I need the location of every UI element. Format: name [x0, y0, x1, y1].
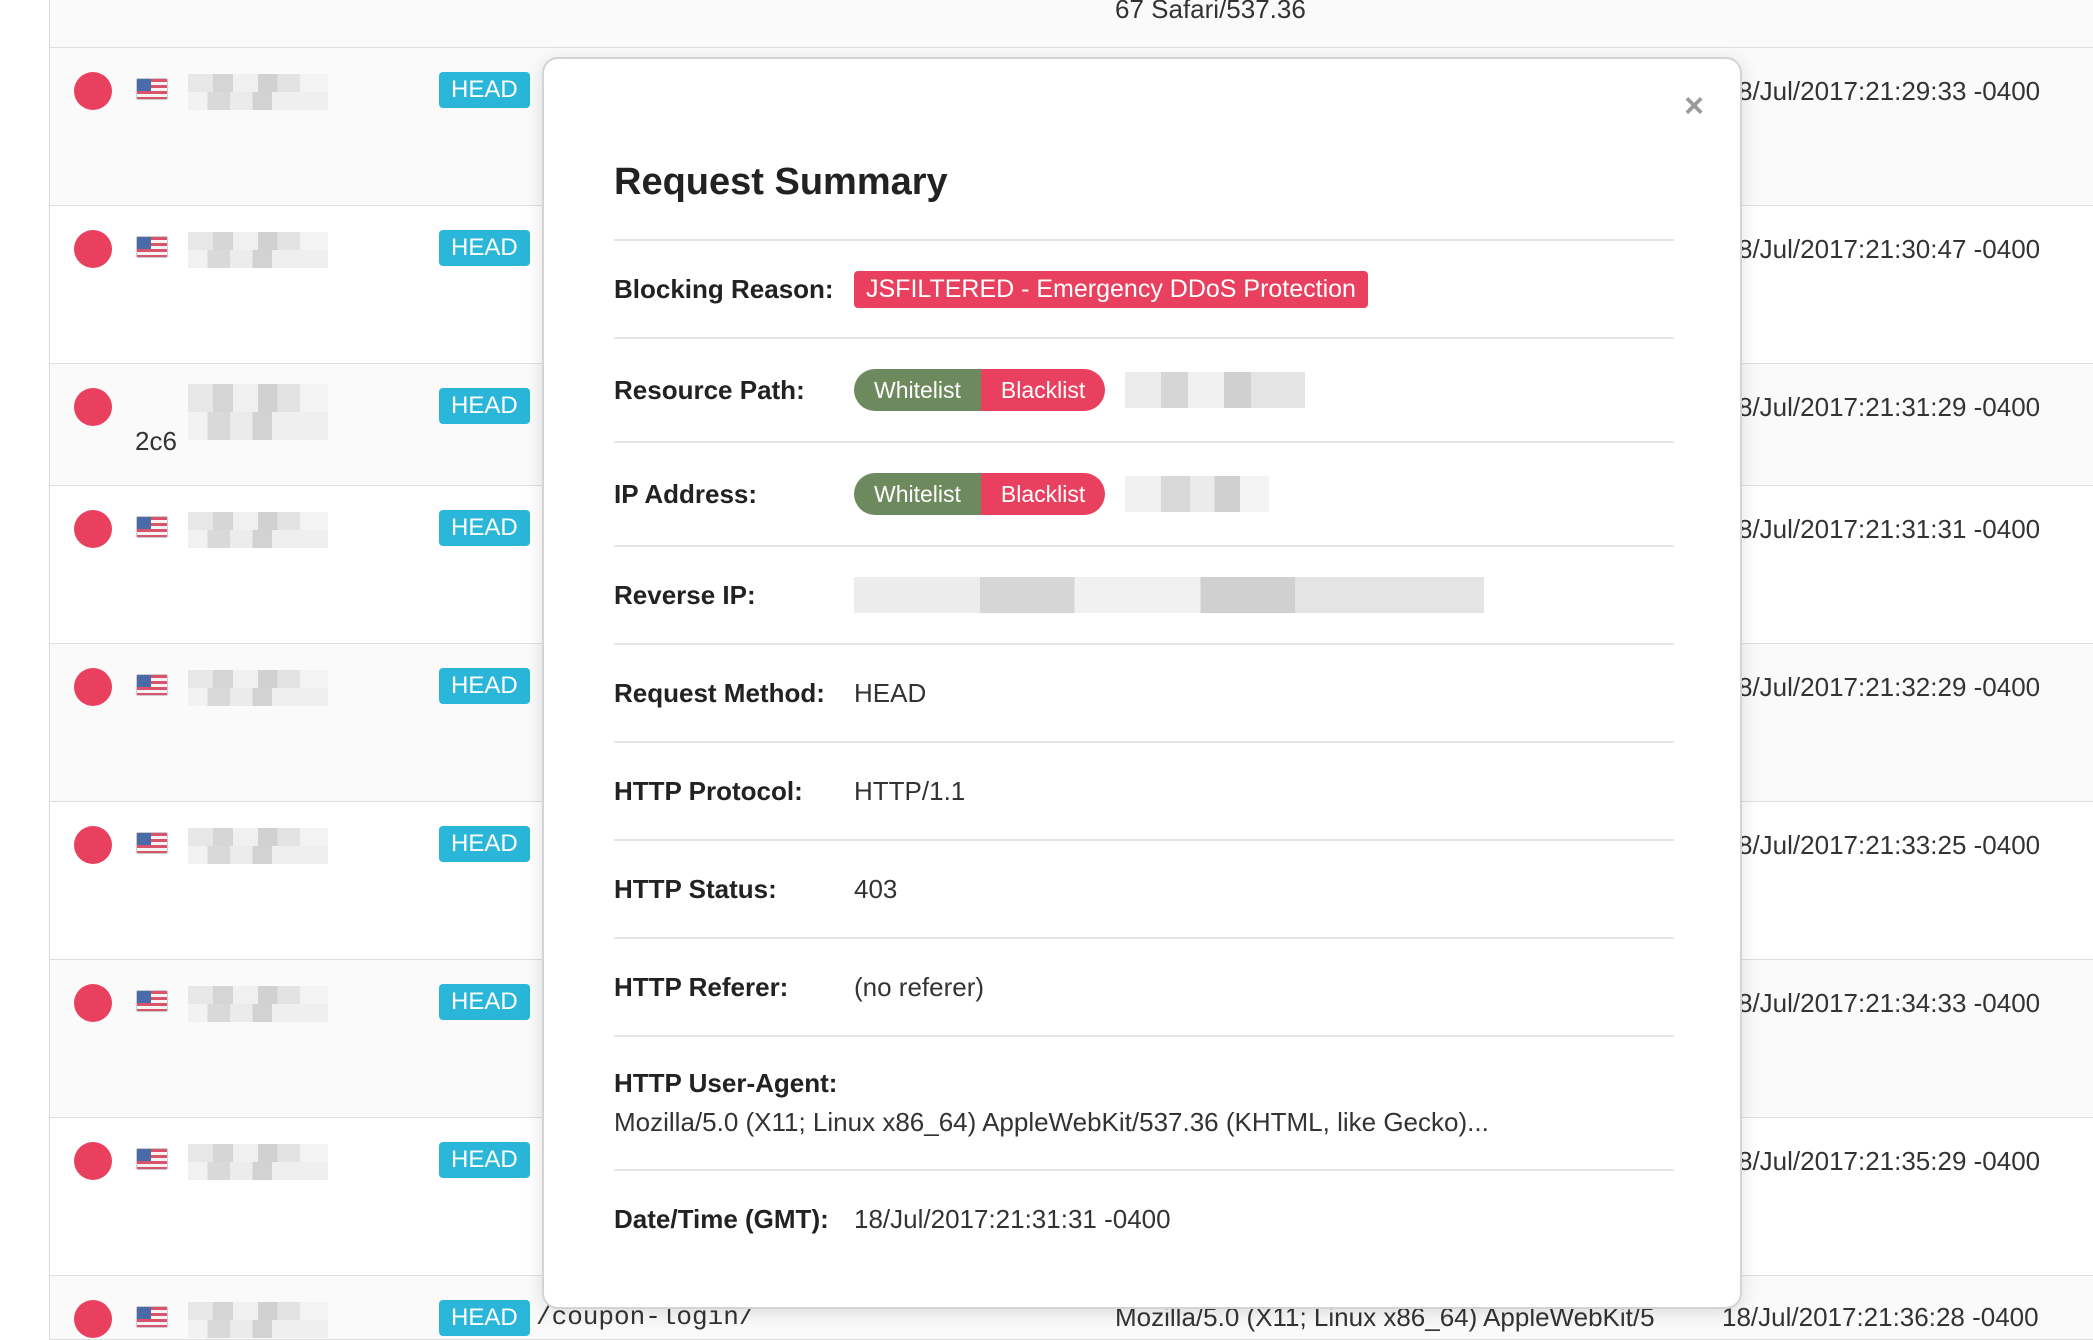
us-flag-icon	[136, 1306, 168, 1328]
ip-address-actions: Whitelist Blacklist	[854, 473, 1106, 515]
method-badge: HEAD	[439, 1300, 530, 1336]
blocking-reason-badge: JSFILTERED - Emergency DDoS Protection	[854, 270, 1368, 308]
http-user-agent-value: Mozilla/5.0 (X11; Linux x86_64) AppleWeb…	[614, 1107, 1489, 1137]
request-method-value: HEAD	[854, 677, 927, 708]
http-user-agent-label: HTTP User-Agent:	[614, 1068, 838, 1098]
blocked-status-icon	[74, 230, 112, 268]
blocked-status-icon	[74, 510, 112, 548]
us-flag-icon	[136, 236, 168, 258]
date-time-label: Date/Time (GMT):	[614, 1203, 829, 1234]
ip-redacted	[188, 232, 328, 268]
http-protocol-label: HTTP Protocol:	[614, 775, 803, 806]
timestamp-cell: 8/Jul/2017:21:34:33 -0400	[1738, 988, 2041, 1018]
http-status-label: HTTP Status:	[614, 873, 777, 904]
table-row[interactable]: 67 Safari/537.36	[50, 0, 2093, 48]
method-badge: HEAD	[439, 388, 530, 424]
timestamp-cell: 8/Jul/2017:21:35:29 -0400	[1738, 1146, 2041, 1176]
timestamp-cell: 8/Jul/2017:21:30:47 -0400	[1738, 234, 2041, 264]
ip-redacted	[188, 74, 328, 110]
us-flag-icon	[136, 832, 168, 854]
ip-redacted	[188, 1302, 328, 1338]
timestamp-cell: 18/Jul/2017:21:36:28 -0400	[1722, 1302, 2039, 1332]
blacklist-path-button[interactable]: Blacklist	[980, 369, 1106, 411]
ip-redacted	[188, 512, 328, 548]
blocked-status-icon	[74, 668, 112, 706]
http-referer-label: HTTP Referer:	[614, 971, 789, 1002]
request-method-row: Request Method: HEAD	[614, 643, 1674, 741]
http-referer-value: (no referer)	[854, 971, 985, 1002]
whitelist-ip-button[interactable]: Whitelist	[854, 473, 981, 515]
ip-redacted	[188, 384, 328, 440]
http-status-row: HTTP Status: 403	[614, 839, 1674, 937]
blacklist-ip-button[interactable]: Blacklist	[980, 473, 1106, 515]
reverse-ip-label: Reverse IP:	[614, 579, 756, 610]
ip-redacted	[188, 670, 328, 706]
modal-title: Request Summary	[614, 161, 948, 203]
ip-redacted	[188, 986, 328, 1022]
timestamp-cell: 8/Jul/2017:21:33:25 -0400	[1738, 830, 2041, 860]
date-time-value: 18/Jul/2017:21:31:31 -0400	[854, 1203, 1171, 1234]
blocking-reason-row: Blocking Reason: JSFILTERED - Emergency …	[614, 239, 1674, 337]
http-status-value: 403	[854, 873, 898, 904]
resource-path-row: Resource Path: Whitelist Blacklist	[614, 337, 1674, 441]
method-badge: HEAD	[439, 72, 530, 108]
ip-redacted	[188, 828, 328, 864]
request-method-label: Request Method:	[614, 677, 825, 708]
us-flag-icon	[136, 516, 168, 538]
reverse-ip-row: Reverse IP:	[614, 545, 1674, 643]
resource-path-label: Resource Path:	[614, 374, 805, 405]
date-time-row: Date/Time (GMT): 18/Jul/2017:21:31:31 -0…	[614, 1169, 1674, 1267]
timestamp-cell: 8/Jul/2017:21:31:29 -0400	[1738, 392, 2041, 422]
ip-partial-text: 2c6	[135, 426, 177, 456]
close-icon[interactable]: ×	[1684, 89, 1704, 123]
method-badge: HEAD	[439, 668, 530, 704]
reverse-ip-redacted	[854, 577, 1484, 613]
timestamp-cell: 8/Jul/2017:21:31:31 -0400	[1738, 514, 2041, 544]
ip-address-label: IP Address:	[614, 478, 758, 509]
blocking-reason-label: Blocking Reason:	[614, 273, 834, 304]
us-flag-icon	[136, 674, 168, 696]
summary-list: Blocking Reason: JSFILTERED - Emergency …	[614, 239, 1674, 1267]
method-badge: HEAD	[439, 826, 530, 862]
request-summary-modal: × Request Summary Blocking Reason: JSFIL…	[542, 57, 1742, 1309]
blocked-status-icon	[74, 1142, 112, 1180]
timestamp-cell: 8/Jul/2017:21:32:29 -0400	[1738, 672, 2041, 702]
blocked-status-icon	[74, 388, 112, 426]
user-agent-cell: 67 Safari/537.36	[1115, 0, 1306, 24]
us-flag-icon	[136, 1148, 168, 1170]
blocked-status-icon	[74, 984, 112, 1022]
http-user-agent-row: HTTP User-Agent: Mozilla/5.0 (X11; Linux…	[614, 1035, 1674, 1169]
resource-path-redacted	[1125, 372, 1306, 408]
whitelist-path-button[interactable]: Whitelist	[854, 369, 981, 411]
ip-address-row: IP Address: Whitelist Blacklist	[614, 441, 1674, 545]
blocked-status-icon	[74, 1300, 112, 1338]
us-flag-icon	[136, 990, 168, 1012]
method-badge: HEAD	[439, 230, 530, 266]
ip-redacted	[188, 1144, 328, 1180]
method-badge: HEAD	[439, 984, 530, 1020]
blocked-status-icon	[74, 826, 112, 864]
http-protocol-value: HTTP/1.1	[854, 775, 966, 806]
blocked-status-icon	[74, 72, 112, 110]
resource-path-actions: Whitelist Blacklist	[854, 369, 1106, 411]
ip-address-redacted	[1125, 476, 1270, 512]
timestamp-cell: 8/Jul/2017:21:29:33 -0400	[1738, 76, 2041, 106]
method-badge: HEAD	[439, 1142, 530, 1178]
http-referer-row: HTTP Referer: (no referer)	[614, 937, 1674, 1035]
method-badge: HEAD	[439, 510, 530, 546]
us-flag-icon	[136, 78, 168, 100]
http-protocol-row: HTTP Protocol: HTTP/1.1	[614, 741, 1674, 839]
